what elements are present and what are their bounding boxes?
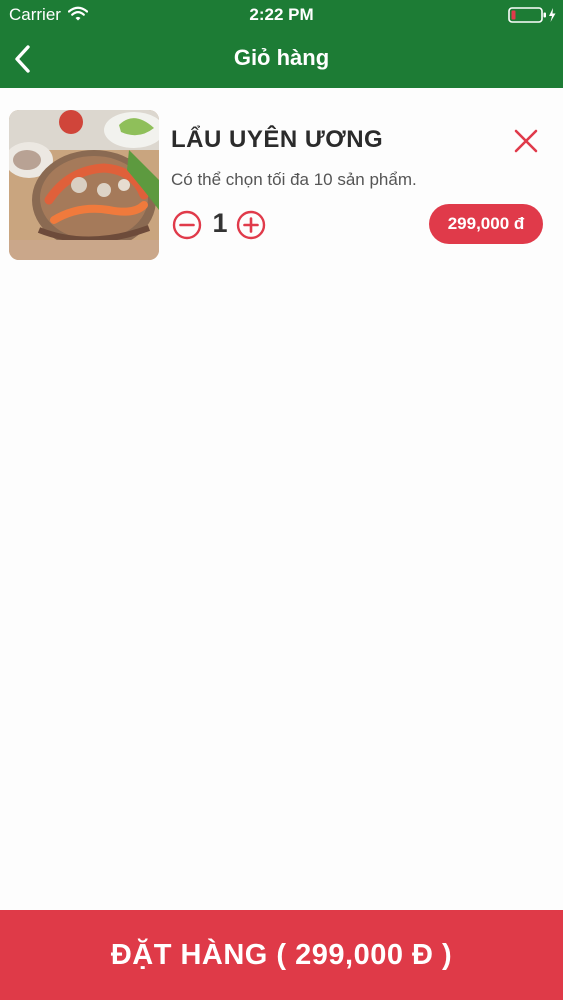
price-badge: 299,000 đ — [429, 204, 543, 244]
product-image — [9, 110, 159, 260]
product-note: Có thể chọn tối đa 10 sản phẩm. — [171, 170, 417, 189]
close-icon — [514, 129, 538, 153]
quantity-value: 1 — [212, 208, 228, 238]
plus-circle-icon — [236, 210, 266, 240]
status-bar: Carrier 2:22 PM — [0, 0, 563, 30]
page-title: Giỏ hàng — [233, 45, 330, 70]
place-order-button[interactable]: ĐẶT HÀNG ( 299,000 Đ ) — [0, 910, 563, 1000]
app-header: Carrier 2:22 PM Giỏ hàng — [0, 0, 563, 88]
battery-charging-icon — [508, 6, 558, 29]
product-name: LẨU UYÊN ƯƠNG — [171, 126, 384, 153]
remove-item-button[interactable] — [513, 128, 539, 154]
status-time: 2:22 PM — [249, 5, 314, 24]
minus-circle-icon — [172, 210, 202, 240]
decrease-quantity-button[interactable] — [172, 210, 202, 240]
increase-quantity-button[interactable] — [236, 210, 266, 240]
navigation-bar: Giỏ hàng — [0, 30, 563, 88]
cart-item: LẨU UYÊN ƯƠNG Có thể chọn tối đa 10 sản … — [0, 88, 563, 278]
